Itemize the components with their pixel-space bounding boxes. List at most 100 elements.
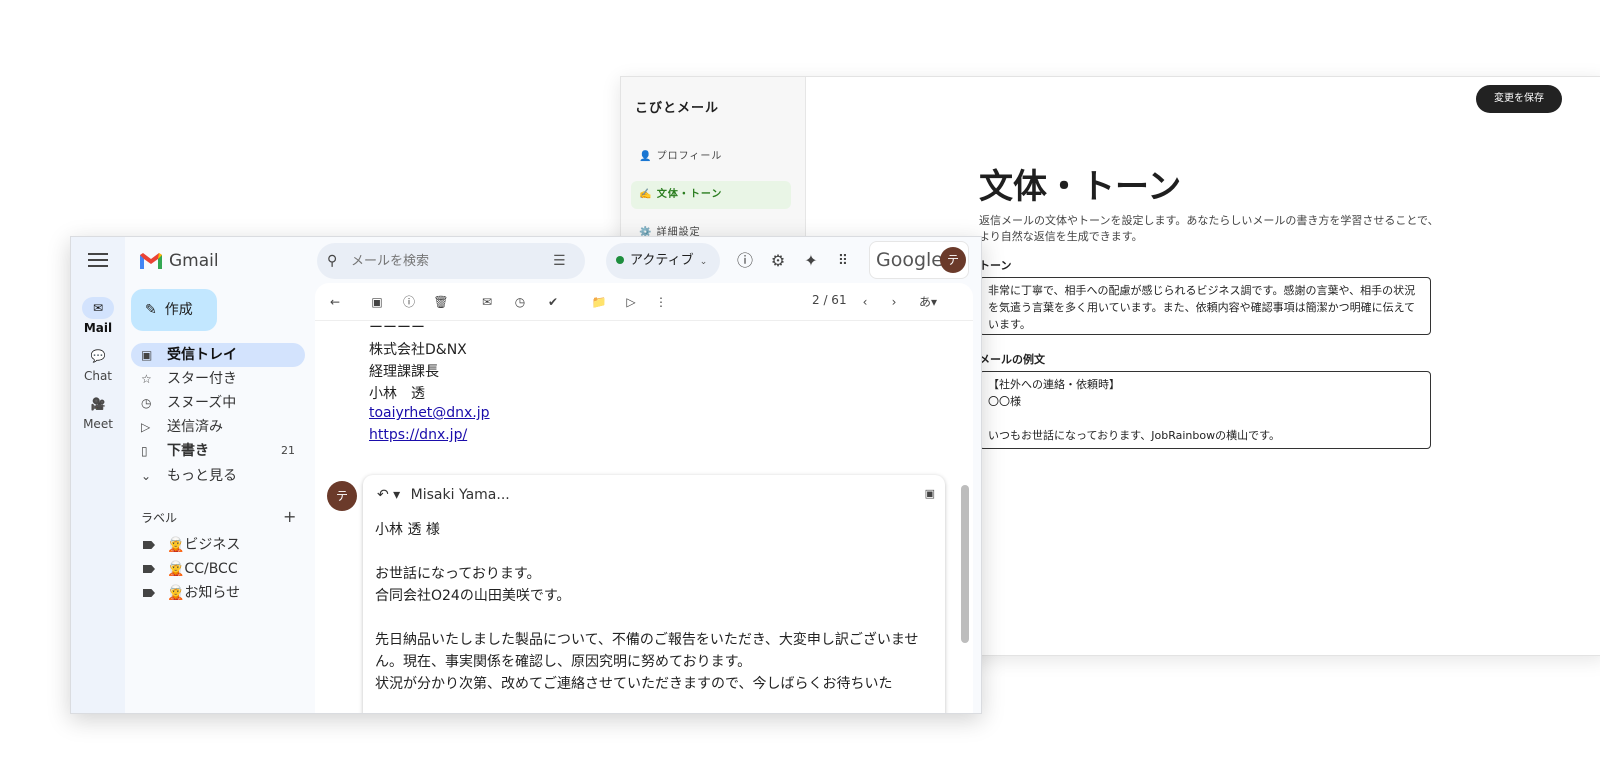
reply-recipient[interactable]: Misaki Yama... xyxy=(411,487,510,503)
message-view: ← ▣ ⓘ 🗑 ✉ ◷ ✔ 📁 ▷ ⋮ 2 / 61 ‹ › あ▾ ーーーー 株… xyxy=(315,283,973,713)
rail-chat-label: Chat xyxy=(83,369,113,383)
search-options-icon[interactable]: ☰ xyxy=(553,253,566,269)
signature-email-link[interactable]: toaiyrhet@dnx.jp xyxy=(369,405,490,421)
more-options-icon[interactable]: ⋮ xyxy=(651,292,671,312)
google-wordmark: Google xyxy=(876,249,944,271)
meet-icon: 🎥 xyxy=(90,397,106,411)
page-description: 返信メールの文体やトーンを設定します。あなたらしいメールの書き方を学習させること… xyxy=(979,214,1439,243)
label-business-text: 🧝ビジネス xyxy=(167,537,241,553)
app-rail: ✉ Mail 💬 Chat 🎥 Meet xyxy=(71,237,125,713)
rail-mail[interactable]: ✉ Mail xyxy=(71,297,125,335)
labels-heading: ラベル xyxy=(141,511,178,525)
gmail-logo-text: Gmail xyxy=(169,251,219,271)
rail-mail-label: Mail xyxy=(83,321,113,335)
message-scrollbar[interactable] xyxy=(961,485,969,643)
rail-chat[interactable]: 💬 Chat xyxy=(71,345,125,383)
reply-compose-box[interactable]: ↶ ▾ Misaki Yama... ▣ 小林 透 様 お世話になっております。… xyxy=(363,475,945,713)
label-icon[interactable]: ▷ xyxy=(621,292,641,312)
mark-unread-icon[interactable]: ✉ xyxy=(477,292,497,312)
nav-starred[interactable]: ☆ スター付き xyxy=(131,367,305,391)
account-avatar[interactable]: テ xyxy=(940,247,966,273)
drafts-count: 21 xyxy=(281,444,295,457)
draft-icon: ▯ xyxy=(141,444,148,458)
nav-inbox-label: 受信トレイ xyxy=(167,347,237,363)
signature-name: 小林 透 xyxy=(369,386,425,402)
gear-icon[interactable]: ⚙ xyxy=(764,247,792,275)
screenshot-stage: こびとメール 👤 プロフィール ✍️ 文体・トーン ⚙️ 詳細設定 変更を保存 … xyxy=(0,0,1600,778)
add-label-icon[interactable]: + xyxy=(283,507,296,526)
search-icon[interactable]: ⚲ xyxy=(327,253,345,269)
label-ccbcc-text: 🧝CC/BCC xyxy=(167,561,238,577)
nav-drafts[interactable]: ▯ 下書き 21 xyxy=(131,439,305,463)
tone-textarea[interactable]: 非常に丁寧で、相手への配慮が感じられるビジネス調です。感謝の言葉や、相手の状況を… xyxy=(979,277,1431,335)
label-tag-icon xyxy=(143,565,155,573)
sender-avatar[interactable]: テ xyxy=(327,481,357,511)
save-changes-button[interactable]: 変更を保存 xyxy=(1476,85,1562,113)
status-selector[interactable]: アクティブ ⌄ xyxy=(606,243,720,279)
kobito-nav-tone[interactable]: ✍️ 文体・トーン xyxy=(631,181,791,209)
chevron-down-icon: ⌄ xyxy=(699,257,708,267)
move-to-icon[interactable]: 📁 xyxy=(589,292,609,312)
search-input[interactable] xyxy=(351,247,541,275)
snooze-icon[interactable]: ◷ xyxy=(510,292,530,312)
label-business[interactable]: 🧝ビジネス xyxy=(143,534,240,556)
nav-more[interactable]: ⌄ もっと見る xyxy=(131,464,305,488)
send-icon: ▷ xyxy=(141,420,151,434)
reply-body[interactable]: 小林 透 様 お世話になっております。 合同会社O24の山田美咲です。 先日納品… xyxy=(375,519,927,695)
label-tag-icon xyxy=(143,541,155,549)
gmail-logo[interactable]: Gmail xyxy=(139,249,219,273)
status-label: アクティブ xyxy=(630,253,694,268)
kobito-nav-profile[interactable]: 👤 プロフィール xyxy=(631,143,791,171)
google-account-area[interactable]: Google テ xyxy=(869,241,969,279)
example-label: メールの例文 xyxy=(979,353,1045,366)
kobito-brand: こびとメール xyxy=(635,101,720,116)
nav-drafts-label: 下書き xyxy=(167,443,209,459)
input-tools-icon[interactable]: あ▾ xyxy=(913,292,943,312)
rail-meet[interactable]: 🎥 Meet xyxy=(71,393,125,431)
help-icon[interactable]: ⓘ xyxy=(731,247,759,275)
pop-out-icon[interactable]: ▣ xyxy=(925,487,935,500)
nav-sent-label: 送信済み xyxy=(167,419,223,435)
search-bar[interactable]: ⚲ ☰ xyxy=(317,243,585,279)
star-icon: ☆ xyxy=(141,372,152,386)
nav-starred-label: スター付き xyxy=(167,371,237,387)
reply-icon[interactable]: ↶ ▾ xyxy=(377,487,400,503)
gemini-sparkle-icon[interactable]: ✦ xyxy=(797,247,825,275)
pencil-icon: ✎ xyxy=(145,302,157,318)
label-ccbcc[interactable]: 🧝CC/BCC xyxy=(143,558,238,580)
nav-inbox[interactable]: ▣ 受信トレイ xyxy=(131,343,305,367)
clock-icon: ◷ xyxy=(141,396,152,410)
previous-message-icon[interactable]: ‹ xyxy=(855,292,875,312)
next-message-icon[interactable]: › xyxy=(884,292,904,312)
label-tag-icon xyxy=(143,589,155,597)
label-news[interactable]: 🧝お知らせ xyxy=(143,582,240,604)
tone-label: トーン xyxy=(979,259,1012,272)
message-pager: 2 / 61 xyxy=(812,293,847,307)
gmail-m-icon xyxy=(140,253,162,269)
compose-button[interactable]: ✎ 作成 xyxy=(131,289,217,331)
inbox-icon: ▣ xyxy=(141,348,153,362)
add-task-icon[interactable]: ✔ xyxy=(543,292,563,312)
signature-position: 経理課課長 xyxy=(369,364,439,380)
signature-company: 株式会社D&NX xyxy=(369,342,467,358)
signature-url-link[interactable]: https://dnx.jp/ xyxy=(369,427,467,443)
example-textarea[interactable]: 【社外への連絡・依頼時】 〇〇様 いつもお世話になっております、JobRainb… xyxy=(979,371,1431,449)
chevron-down-icon: ⌄ xyxy=(141,469,152,483)
label-news-text: 🧝お知らせ xyxy=(167,585,241,601)
nav-snoozed-label: スヌーズ中 xyxy=(167,395,237,411)
main-menu-icon[interactable] xyxy=(88,253,108,269)
signature-divider: ーーーー xyxy=(369,320,425,336)
nav-more-label: もっと見る xyxy=(167,468,237,484)
back-arrow-icon[interactable]: ← xyxy=(325,292,345,312)
nav-snoozed[interactable]: ◷ スヌーズ中 xyxy=(131,391,305,415)
active-status-dot xyxy=(616,256,624,264)
nav-sent[interactable]: ▷ 送信済み xyxy=(131,415,305,439)
gmail-window: ✉ Mail 💬 Chat 🎥 Meet Gmail ⚲ メールを検索 ☰ アク… xyxy=(70,236,982,714)
archive-icon[interactable]: ▣ xyxy=(367,292,387,312)
apps-grid-icon[interactable]: ⠿ xyxy=(829,247,857,275)
trash-icon[interactable]: 🗑 xyxy=(431,292,451,312)
mail-icon: ✉ xyxy=(82,297,114,319)
page-title: 文体・トーン xyxy=(979,167,1182,207)
report-spam-icon[interactable]: ⓘ xyxy=(399,292,419,312)
rail-meet-label: Meet xyxy=(83,417,113,431)
